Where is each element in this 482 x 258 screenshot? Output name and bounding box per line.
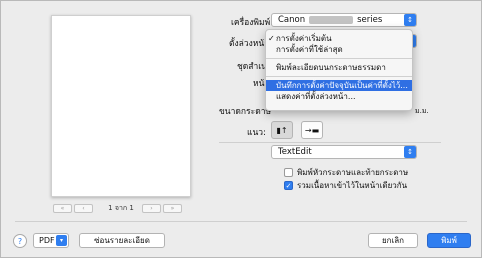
app-section-popup[interactable]: TextEdit ↕ (271, 145, 417, 159)
menu-item-label: การตั้งค่าเริ่มต้น (276, 34, 332, 43)
rewrap-label: รวมเนื้อหาเข้าไว้ในหน้าเดียวกัน (297, 181, 408, 190)
rewrap-checkbox[interactable]: ✓ (284, 181, 293, 190)
orientation-label: แนว: (247, 128, 266, 138)
updown-chevron-icon: ↕ (404, 14, 416, 26)
pdf-menu-button[interactable]: PDF ▾ (33, 233, 69, 248)
header-footer-label: พิมพ์หัวกระดาษและท้ายกระดาษ (297, 168, 409, 177)
printer-popup[interactable]: Canon series ↕ (271, 13, 417, 27)
header-footer-option[interactable]: พิมพ์หัวกระดาษและท้ายกระดาษ (284, 166, 408, 179)
section-divider (219, 142, 441, 143)
preset-menu-item-last-used[interactable]: การตั้งค่าที่ใช้ล่าสุด (266, 44, 412, 55)
menu-separator (266, 58, 412, 59)
printer-label: เครื่องพิมพ์: (231, 18, 274, 28)
next-page-button[interactable]: › (142, 203, 161, 213)
print-button[interactable]: พิมพ์ (427, 233, 471, 248)
menu-separator (266, 76, 412, 77)
chevron-down-icon: ▾ (56, 235, 67, 246)
prev-page-button[interactable]: ‹ (74, 203, 93, 213)
last-page-button[interactable]: » (163, 203, 182, 213)
presets-menu: ✓ การตั้งค่าเริ่มต้น การตั้งค่าที่ใช้ล่า… (265, 29, 413, 111)
printer-name-prefix: Canon (278, 15, 306, 25)
preview-nav-left: « ‹ (53, 203, 93, 213)
print-label: พิมพ์ (441, 236, 457, 245)
redacted-model (309, 16, 354, 24)
menu-item-label: พิมพ์ละเอียดบนกระดาษธรรมดา (276, 63, 386, 72)
header-footer-checkbox[interactable] (284, 168, 293, 177)
cancel-label: ยกเลิก (381, 236, 404, 245)
menu-item-label: การตั้งค่าที่ใช้ล่าสุด (276, 45, 343, 54)
help-button[interactable]: ? (13, 234, 27, 248)
print-dialog: « ‹ 1 จาก 1 › » เครื่องพิมพ์: Canon seri… (0, 0, 482, 258)
page-indicator: 1 จาก 1 (108, 204, 134, 212)
hide-details-button[interactable]: ซ่อนรายละเอียด (79, 233, 165, 248)
updown-chevron-icon: ↕ (404, 146, 416, 158)
portrait-button[interactable]: ▮↑ (271, 121, 293, 139)
help-icon: ? (17, 236, 23, 246)
landscape-button[interactable]: →▬ (301, 121, 323, 139)
preview-nav-right: › » (142, 203, 182, 213)
footer-divider (15, 221, 467, 222)
page-preview (51, 15, 191, 197)
hide-details-label: ซ่อนรายละเอียด (94, 236, 150, 245)
menu-item-label: บันทึกการตั้งค่าปัจจุบันเป็นค่าที่ตั้งไว… (276, 81, 408, 90)
menu-item-label: แสดงค่าที่ตั้งล่วงหน้า... (276, 92, 356, 101)
printer-name-suffix: series (357, 15, 383, 25)
cancel-button[interactable]: ยกเลิก (368, 233, 418, 248)
rewrap-option[interactable]: ✓ รวมเนื้อหาเข้าไว้ในหน้าเดียวกัน (284, 179, 407, 192)
pdf-label: PDF (39, 236, 55, 245)
landscape-icon: →▬ (304, 125, 320, 135)
preset-menu-item-default[interactable]: ✓ การตั้งค่าเริ่มต้น (266, 33, 412, 44)
first-page-button[interactable]: « (53, 203, 72, 213)
preset-menu-item-save-current[interactable]: บันทึกการตั้งค่าปัจจุบันเป็นค่าที่ตั้งไว… (266, 80, 412, 91)
portrait-icon: ▮↑ (276, 125, 288, 135)
preset-menu-item-show-presets[interactable]: แสดงค่าที่ตั้งล่วงหน้า... (266, 91, 412, 102)
app-section-value: TextEdit (278, 147, 312, 157)
paper-size-unit: ม.ม. (415, 107, 429, 115)
preset-menu-item-fine-plain[interactable]: พิมพ์ละเอียดบนกระดาษธรรมดา (266, 62, 412, 73)
paper-size-label: ขนาดกระดาษ (219, 107, 272, 117)
checkmark-icon: ✓ (268, 34, 275, 43)
